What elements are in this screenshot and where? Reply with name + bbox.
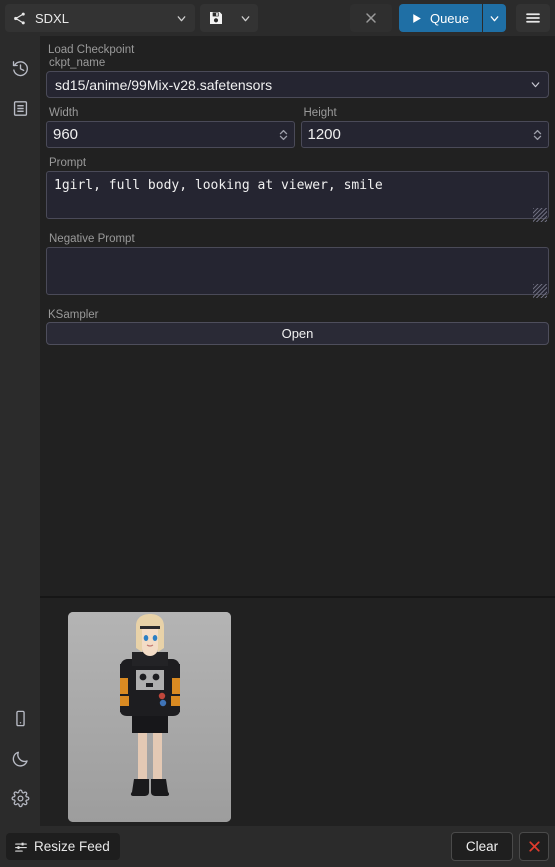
chevron-down-icon (529, 78, 542, 91)
group-title-load-checkpoint: Load Checkpoint (48, 44, 135, 56)
workflow-name: SDXL (35, 10, 69, 26)
main-menu-button[interactable] (516, 4, 550, 32)
resize-feed-button[interactable]: Resize Feed (6, 833, 120, 860)
prompt-label: Prompt (49, 157, 87, 169)
generated-image[interactable] (68, 612, 231, 822)
sidebar-item-theme-toggle[interactable] (0, 738, 40, 778)
bottom-toolbar: Resize Feed Clear (0, 826, 555, 867)
stepper-up-down-icon[interactable] (278, 128, 289, 142)
ckpt-name-label: ckpt_name (49, 57, 106, 69)
close-feed-button[interactable] (519, 832, 549, 861)
width-label: Width (49, 107, 79, 119)
dimensions-row: Width 960 Height 1200 (46, 107, 549, 157)
main-content: Load Checkpoint ckpt_name sd15/anime/99M… (40, 36, 555, 826)
workflow-nodes-icon (12, 11, 27, 26)
group-title-ksampler: KSampler (48, 309, 99, 321)
field-height: Height 1200 (300, 107, 549, 148)
output-feed-panel (40, 598, 555, 826)
ckpt-name-value: sd15/anime/99Mix-v28.safetensors (55, 76, 273, 93)
app-body: Load Checkpoint ckpt_name sd15/anime/99M… (0, 36, 555, 826)
sidebar-item-mobile-view[interactable] (0, 698, 40, 738)
stepper-up-down-icon[interactable] (532, 128, 543, 142)
prompt-textarea-wrap (46, 171, 549, 224)
moon-icon (11, 749, 30, 768)
ksampler-open-button[interactable]: Open (46, 322, 549, 345)
field-width: Width 960 (46, 107, 295, 148)
sidebar-item-history[interactable] (0, 48, 40, 88)
negative-prompt-textarea-wrap (46, 247, 549, 300)
chevron-down-icon (239, 12, 252, 25)
save-options-caret[interactable] (232, 4, 258, 32)
sidebar-item-queue[interactable] (0, 88, 40, 128)
height-value: 1200 (307, 126, 341, 143)
comfyui-mobile-app: SDXL Queue Load Checkpoint ckpt_name sd1… (0, 0, 555, 867)
resize-feed-label: Resize Feed (34, 839, 110, 854)
prompt-input[interactable] (46, 171, 549, 219)
clear-feed-button[interactable]: Clear (451, 832, 513, 861)
save-button[interactable] (200, 4, 232, 32)
left-rail-bottom (0, 698, 40, 826)
field-prompt: Prompt (46, 157, 549, 224)
play-triangle-icon (410, 12, 423, 25)
save-workflow-group (200, 4, 258, 32)
negative-prompt-label: Negative Prompt (49, 233, 135, 245)
hamburger-menu-icon (524, 9, 542, 27)
feed-items (40, 612, 555, 822)
top-toolbar: SDXL Queue (0, 0, 555, 36)
field-negative-prompt: Negative Prompt (46, 233, 549, 300)
save-floppy-icon (208, 10, 224, 26)
workflow-form-panel: Load Checkpoint ckpt_name sd15/anime/99M… (40, 36, 555, 596)
queue-label: Queue (429, 10, 469, 26)
height-input[interactable]: 1200 (300, 121, 549, 148)
close-x-icon (363, 10, 379, 26)
close-x-icon (526, 838, 543, 855)
sidebar-item-settings[interactable] (0, 778, 40, 818)
close-workflow-button[interactable] (349, 4, 392, 32)
chevron-down-icon (488, 12, 501, 25)
left-rail (0, 36, 40, 826)
resize-sliders-icon (14, 840, 28, 854)
queue-options-caret[interactable] (482, 4, 506, 32)
queue-list-icon (11, 99, 30, 118)
queue-button-group: Queue (398, 4, 506, 32)
history-icon (11, 59, 30, 78)
width-value: 960 (53, 126, 79, 143)
gear-icon (11, 789, 30, 808)
width-input[interactable]: 960 (46, 121, 295, 148)
height-label: Height (303, 107, 337, 119)
ckpt-name-select[interactable]: sd15/anime/99Mix-v28.safetensors (46, 71, 549, 98)
negative-prompt-input[interactable] (46, 247, 549, 295)
workflow-selector[interactable]: SDXL (5, 4, 195, 32)
mobile-device-icon (11, 709, 30, 728)
chevron-down-icon (175, 12, 188, 25)
queue-button[interactable]: Queue (398, 4, 482, 32)
field-ckpt-name: ckpt_name sd15/anime/99Mix-v28.safetenso… (46, 57, 549, 98)
